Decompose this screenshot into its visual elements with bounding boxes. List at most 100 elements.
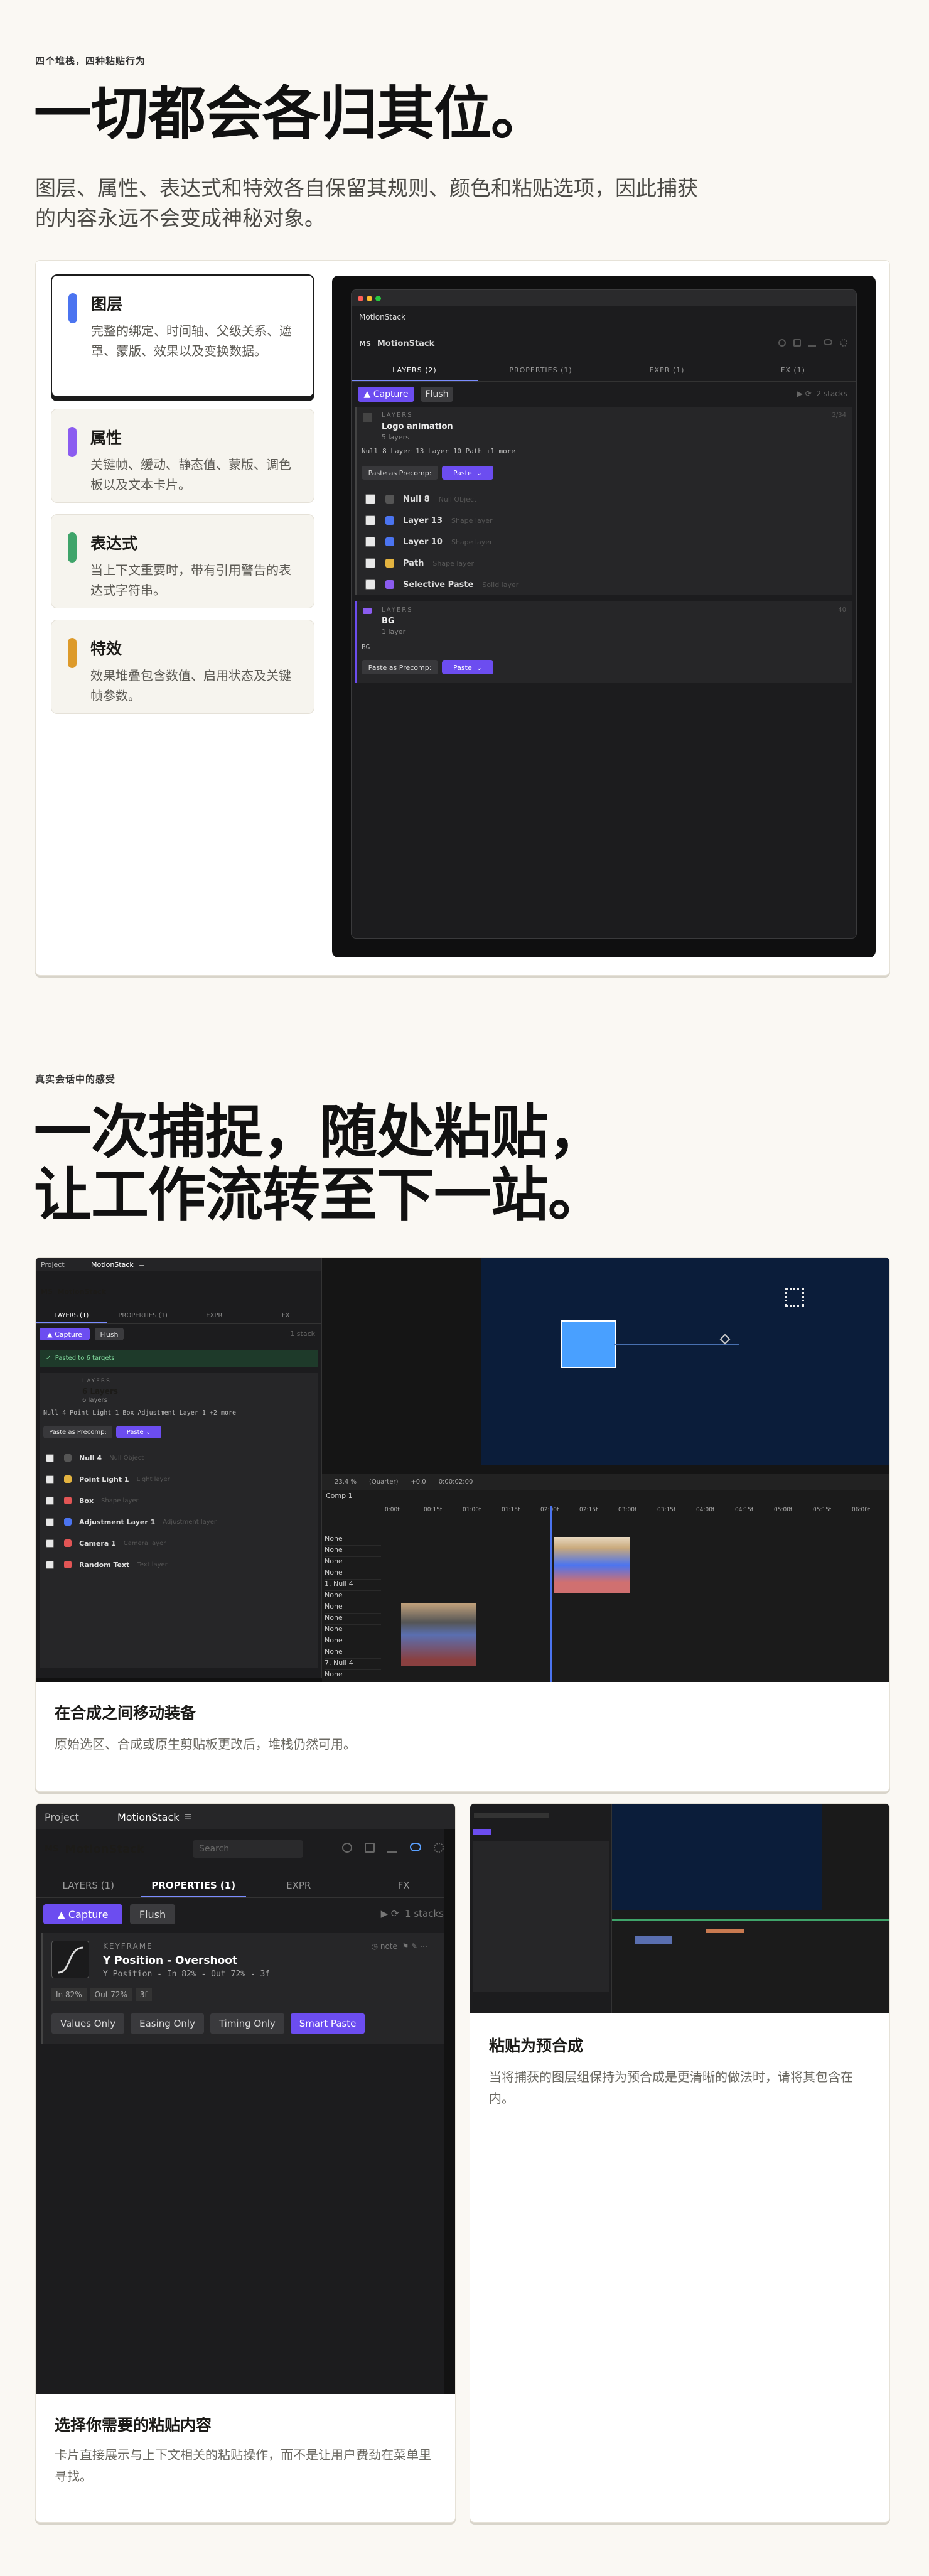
capture-button[interactable]: ▲ Capture <box>40 1328 90 1340</box>
layer-checkbox[interactable] <box>46 1560 54 1569</box>
play-icon[interactable]: ▶ ⟳ <box>797 389 812 398</box>
search-input[interactable]: Search <box>193 1840 303 1858</box>
capture-button[interactable] <box>473 1829 491 1835</box>
parent-select[interactable]: None <box>325 1614 381 1625</box>
exposure[interactable]: +0.0 <box>411 1479 426 1485</box>
box-layer[interactable] <box>561 1320 616 1368</box>
parent-select[interactable]: None <box>325 1591 381 1602</box>
capture-button[interactable]: ▲ Capture <box>43 1904 122 1924</box>
tab-layers[interactable]: LAYERS (1) <box>36 1308 107 1323</box>
resolution[interactable]: (Quarter) <box>369 1479 398 1485</box>
parent-select[interactable]: None <box>325 1636 381 1647</box>
layer-bars-upper[interactable] <box>554 1537 630 1593</box>
parent-select[interactable]: 1. Null 4 <box>325 1580 381 1591</box>
paste-button[interactable]: Paste ⌄ <box>442 466 493 480</box>
composition-viewer[interactable]: 23.4 % (Quarter) +0.0 0;00;02;00 <box>322 1258 889 1490</box>
layer-checkbox[interactable] <box>365 515 375 525</box>
tab-properties[interactable]: PROPERTIES (1) <box>107 1308 179 1323</box>
tab-expr[interactable]: EXPR (1) <box>604 359 730 381</box>
layer-checkbox[interactable] <box>46 1517 54 1526</box>
close-dot[interactable] <box>358 296 363 301</box>
project-tab[interactable]: Project <box>41 1261 65 1269</box>
layer-bars-lower[interactable] <box>401 1603 476 1666</box>
zoom-level[interactable]: 23.4 % <box>335 1479 357 1485</box>
flush-button[interactable]: Flush <box>421 387 453 402</box>
parent-select[interactable]: None <box>325 1534 381 1546</box>
layer-checkbox[interactable] <box>365 558 375 568</box>
maximize-dot[interactable] <box>375 296 381 301</box>
stack-card[interactable]: LAYERS 6 Layers 6 layers Null 4 Point Li… <box>40 1373 318 1668</box>
feature-card-properties[interactable]: 属性 关键帧、缓动、静态值、蒙版、调色板以及文本卡片。 <box>51 409 314 503</box>
cloud-icon[interactable] <box>824 339 832 345</box>
paste-button[interactable]: Paste ⌄ <box>442 660 493 674</box>
minimize-dot[interactable] <box>367 296 372 301</box>
flush-button[interactable]: Flush <box>95 1328 124 1340</box>
comp-tab[interactable]: Comp 1 <box>326 1492 353 1500</box>
play-icon[interactable]: ▶ ⟳ <box>381 1908 399 1919</box>
tab-fx[interactable]: FX <box>250 1308 321 1323</box>
search-icon[interactable] <box>778 339 786 347</box>
timecode[interactable]: 0;00;02;00 <box>439 1479 473 1485</box>
easing-only-button[interactable]: Easing Only <box>131 2013 204 2034</box>
tab-expr[interactable]: EXPR <box>179 1308 250 1323</box>
parent-select[interactable]: None <box>325 1670 381 1681</box>
parent-select[interactable]: None <box>325 1647 381 1659</box>
layer-row[interactable]: Null 8 Null Object <box>365 488 844 510</box>
layer-row[interactable]: Random Text Text layer <box>46 1554 311 1575</box>
layer-checkbox[interactable] <box>46 1475 54 1484</box>
feature-card-layers[interactable]: 图层 完整的绑定、时间轴、父级关系、遮罩、蒙版、效果以及变换数据。 <box>51 274 314 397</box>
motionstack-tab[interactable]: MotionStack <box>91 1261 134 1269</box>
keyframe-card[interactable]: KEYFRAME Y Position - Overshoot Y Positi… <box>41 1933 444 2044</box>
tab-layers[interactable]: LAYERS (2) <box>352 359 478 381</box>
motionstack-tab[interactable]: MotionStack <box>117 1811 180 1823</box>
tab-layers[interactable]: LAYERS (1) <box>36 1873 141 1897</box>
window-tab-title[interactable]: MotionStack <box>359 313 405 321</box>
tab-properties[interactable]: PROPERTIES (1) <box>141 1873 246 1897</box>
playhead[interactable] <box>550 1506 552 1682</box>
download-icon[interactable] <box>387 1843 397 1853</box>
scrollbar[interactable] <box>444 1829 455 2394</box>
layer-checkbox[interactable] <box>365 537 375 547</box>
layer-checkbox[interactable] <box>365 494 375 504</box>
layer-row[interactable]: Null 4 Null Object <box>46 1447 311 1469</box>
timing-only-button[interactable]: Timing Only <box>210 2013 284 2034</box>
smart-paste-button[interactable]: Smart Paste <box>290 2013 365 2034</box>
layer-row[interactable]: Path Shape layer <box>365 552 844 574</box>
menu-icon[interactable]: ≡ <box>139 1260 144 1268</box>
layer-row[interactable]: Point Light 1 Light layer <box>46 1469 311 1490</box>
parent-select[interactable]: 7. Null 4 <box>325 1659 381 1670</box>
parent-select[interactable]: None <box>325 1602 381 1614</box>
pin-icon[interactable]: ⚑ ✎ ⋯ <box>402 1942 427 1951</box>
values-only-button[interactable]: Values Only <box>51 2013 125 2034</box>
layer-checkbox[interactable] <box>46 1539 54 1548</box>
layer-checkbox[interactable] <box>46 1496 54 1505</box>
menu-icon[interactable]: ≡ <box>184 1810 192 1822</box>
feature-card-effects[interactable]: 特效 效果堆叠包含数值、启用状态及关键帧参数。 <box>51 620 314 714</box>
tab-expr[interactable]: EXPR <box>246 1873 352 1897</box>
tab-fx[interactable]: FX (1) <box>730 359 856 381</box>
paste-button[interactable]: Paste ⌄ <box>116 1426 161 1438</box>
parent-select[interactable]: None <box>325 1625 381 1636</box>
layer-row[interactable]: Layer 10 Shape layer <box>365 531 844 552</box>
capture-button[interactable]: ▲ Capture <box>358 387 414 402</box>
layer-row[interactable]: Selective Paste Solid layer <box>365 574 844 595</box>
layer-row[interactable]: Camera 1 Camera layer <box>46 1533 311 1554</box>
layer-row[interactable]: Box Shape layer <box>46 1490 311 1511</box>
layer-checkbox[interactable] <box>365 579 375 590</box>
clipboard-icon[interactable] <box>793 339 801 347</box>
project-tab[interactable]: Project <box>45 1811 79 1823</box>
clipboard-icon[interactable] <box>365 1843 375 1853</box>
tab-properties[interactable]: PROPERTIES (1) <box>478 359 604 381</box>
download-icon[interactable] <box>808 339 816 347</box>
note-toggle[interactable]: ◷ note <box>372 1942 397 1951</box>
tab-fx[interactable]: FX <box>352 1873 456 1897</box>
layer-row[interactable]: Layer 13 Shape layer <box>365 510 844 531</box>
layer-checkbox[interactable] <box>46 1453 54 1462</box>
gear-icon[interactable] <box>840 339 847 347</box>
parent-select[interactable]: None <box>325 1557 381 1568</box>
cloud-icon[interactable] <box>410 1843 421 1851</box>
flush-button[interactable]: Flush <box>130 1904 175 1924</box>
stack-card-logo[interactable]: LAYERS Logo animation 5 layers 2/34 Null… <box>355 407 852 595</box>
feature-card-expressions[interactable]: 表达式 当上下文重要时，带有引用警告的表达式字符串。 <box>51 514 314 608</box>
stack-card-bg[interactable]: LAYERS BG 1 layer 40 BG Paste as Precomp… <box>355 601 852 683</box>
